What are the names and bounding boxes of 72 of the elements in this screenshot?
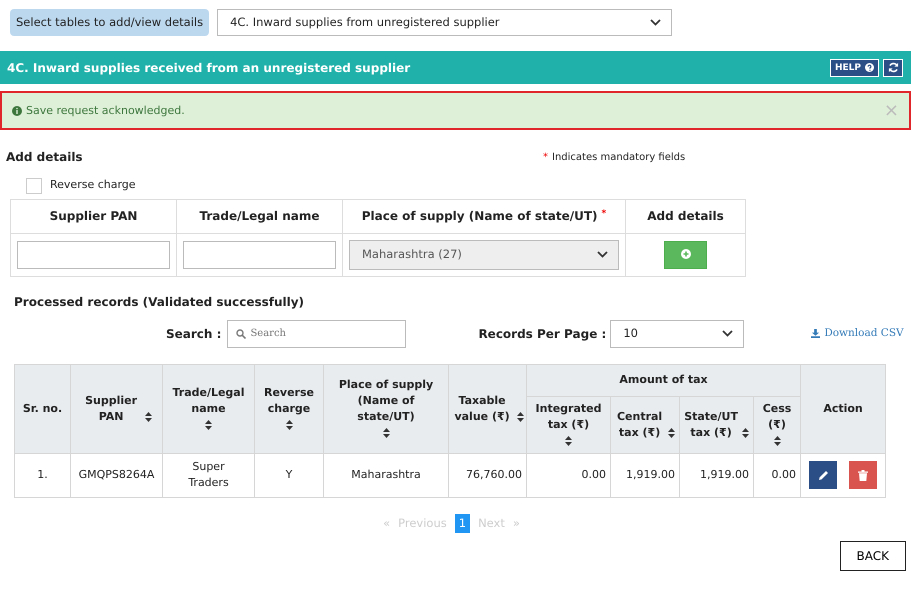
table-cell: Y bbox=[286, 468, 292, 482]
column-header: State/UT tax (₹) bbox=[684, 408, 739, 441]
column-header: Taxable value (₹) bbox=[453, 392, 511, 425]
caret-icon bbox=[597, 250, 608, 258]
sort-icon[interactable] bbox=[144, 412, 152, 422]
sort-icon[interactable] bbox=[516, 412, 524, 422]
column-header: Sr. no. bbox=[22, 400, 62, 417]
trash-icon bbox=[858, 470, 868, 481]
alert-message: Save request acknowledged. bbox=[26, 102, 185, 118]
processed-records-title: Processed records (Validated successfully) bbox=[13, 294, 306, 311]
column-header: Action bbox=[823, 400, 863, 417]
back-button[interactable]: BACK bbox=[840, 541, 906, 571]
sort-icon[interactable] bbox=[742, 428, 750, 438]
table-dropdown[interactable]: 4C. Inward supplies from unregistered supplier bbox=[217, 9, 672, 36]
download-csv-link[interactable]: Download CSV bbox=[811, 326, 904, 342]
sort-icon[interactable] bbox=[205, 420, 212, 430]
column-header: Add details bbox=[647, 209, 724, 224]
column-header: Supplier PAN bbox=[50, 209, 138, 224]
refresh-icon bbox=[888, 62, 898, 74]
table-cell: 0.00 bbox=[582, 468, 606, 482]
table-cell: 1. bbox=[37, 468, 48, 482]
table-cell: 1,919.00 bbox=[626, 468, 675, 482]
table-cell: Maharashtra bbox=[351, 468, 421, 482]
records-per-page-label: Records Per Page : bbox=[478, 326, 606, 343]
column-header: Place of supply (Name of state/UT) bbox=[362, 209, 598, 224]
column-header: Reverse charge bbox=[263, 384, 315, 417]
table-cell: 76,760.00 bbox=[466, 468, 522, 482]
caret-icon bbox=[650, 18, 662, 26]
column-header: Place of supply (Name of state/UT) bbox=[338, 376, 434, 425]
help-button[interactable]: HELP bbox=[830, 58, 879, 77]
section-title: 4C. Inward supplies received from an unregistered supplier bbox=[7, 60, 410, 77]
records-per-page-dropdown[interactable]: 10 bbox=[610, 320, 744, 348]
search-icon bbox=[236, 328, 246, 339]
place-of-supply-dropdown[interactable]: Maharashtra (27) bbox=[349, 240, 619, 270]
table-cell: GMQPS8264A bbox=[78, 468, 154, 482]
select-label: Select tables to add/view details bbox=[10, 9, 210, 36]
reverse-charge-checkbox[interactable] bbox=[26, 178, 42, 194]
sort-icon[interactable] bbox=[565, 436, 572, 446]
table-cell-text: Super Traders bbox=[187, 459, 230, 492]
sort-icon[interactable] bbox=[668, 428, 676, 438]
edit-button[interactable] bbox=[809, 461, 838, 490]
help-icon bbox=[865, 63, 874, 72]
add-details-title: Add details bbox=[6, 149, 84, 166]
sort-icon[interactable] bbox=[774, 436, 781, 446]
add-button[interactable] bbox=[664, 240, 707, 269]
column-header: Cess (₹) bbox=[762, 400, 792, 433]
table-cell: 1,919.00 bbox=[700, 468, 749, 482]
delete-button[interactable] bbox=[849, 461, 878, 490]
table-cell: 0.00 bbox=[772, 468, 796, 482]
refresh-button[interactable] bbox=[883, 58, 903, 77]
column-group-header: Amount of tax bbox=[619, 373, 708, 386]
sort-icon[interactable] bbox=[286, 420, 292, 430]
input-field[interactable] bbox=[17, 240, 170, 269]
column-header: Trade/Legal name bbox=[171, 384, 246, 417]
search-field[interactable]: Search bbox=[227, 320, 406, 348]
reverse-charge-label: Reverse charge bbox=[50, 177, 136, 194]
page-number[interactable]: 1 bbox=[454, 514, 470, 533]
download-icon bbox=[811, 329, 820, 338]
sort-icon[interactable] bbox=[382, 428, 390, 438]
required-asterisk: * bbox=[602, 208, 606, 219]
search-label: Search : bbox=[166, 326, 222, 343]
input-field[interactable] bbox=[183, 240, 336, 269]
column-header: Supplier PAN bbox=[84, 392, 138, 425]
column-header: Trade/Legal name bbox=[199, 209, 320, 224]
required-asterisk: * bbox=[543, 150, 548, 165]
pencil-icon bbox=[818, 470, 829, 481]
caret-icon bbox=[722, 330, 734, 337]
mandatory-note: Indicates mandatory fields bbox=[552, 150, 686, 165]
column-header: Central tax (₹) bbox=[616, 408, 664, 441]
info-icon bbox=[12, 106, 22, 116]
plus-icon bbox=[680, 249, 690, 260]
column-header: Integrated tax (₹) bbox=[534, 400, 602, 433]
